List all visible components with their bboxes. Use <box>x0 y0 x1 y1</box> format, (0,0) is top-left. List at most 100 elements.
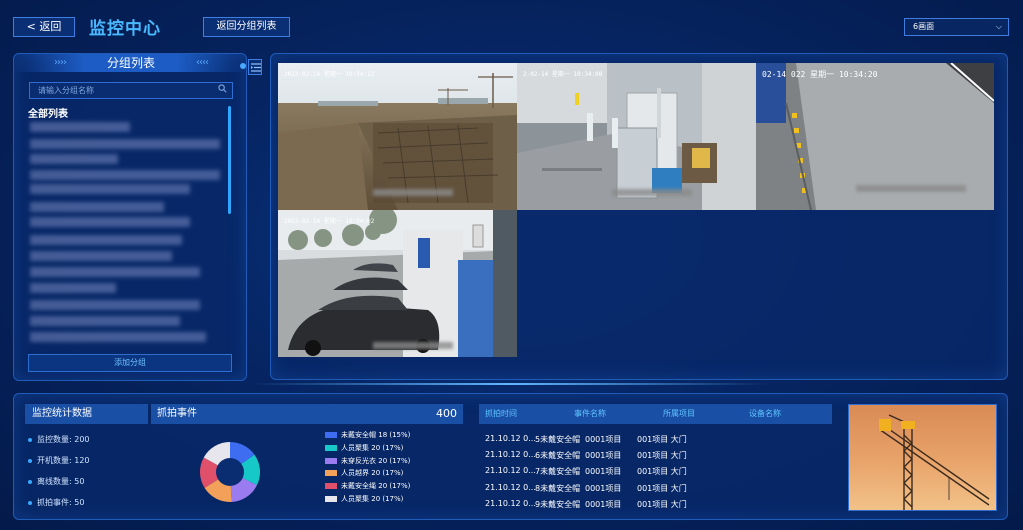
cell-device: 001项目 大门 <box>637 483 687 493</box>
col-capture-time: 抓拍时间 <box>485 409 517 418</box>
camera-feed-3[interactable]: 02-14 022 星期一 10:34:20 <box>756 63 994 210</box>
legend-item: 未戴安全绳 20 (17%) <box>325 481 410 491</box>
all-list-label[interactable]: 全部列表 <box>28 105 68 120</box>
camera-2-watermark <box>612 189 692 196</box>
list-item[interactable] <box>30 217 190 227</box>
cell-time: 21.10.12 0... <box>485 434 536 443</box>
cell-event: 9未戴安全帽 <box>535 499 581 509</box>
cell-time: 21.10.12 0... <box>485 498 536 508</box>
stat-label: 开机数量: <box>37 456 72 465</box>
legend-swatch <box>325 483 337 490</box>
back-button[interactable]: < 返回 <box>13 17 75 37</box>
collapse-sidebar-button[interactable] <box>248 59 262 75</box>
stat-value: 50 <box>74 477 85 486</box>
events-table-header: 抓拍时间 事件名称 所属项目 设备名称 <box>479 404 832 424</box>
group-list-header: ›››› 分组列表 ‹‹‹‹ <box>14 54 248 72</box>
cell-event: 6未戴安全帽 <box>535 451 581 461</box>
legend-value: 20 (17%) <box>371 443 404 452</box>
list-item[interactable] <box>30 316 180 326</box>
cell-event: 5未戴安全帽 <box>535 435 581 444</box>
camera-2-timestamp: 2-02-14 星期一 10:34:08 <box>523 71 603 78</box>
legend-item: 人员聚集 20 (17%) <box>325 443 403 453</box>
stats-title: 监控统计数据 <box>25 404 148 424</box>
crane-snapshot <box>849 405 996 510</box>
stat-label: 监控数量: <box>37 435 72 444</box>
list-item[interactable] <box>30 332 206 342</box>
top-bar: < 返回 监控中心 返回分组列表 6画面 ⌵ <box>0 0 1023 50</box>
stat-capture-count: 抓拍事件: 50 <box>28 497 84 508</box>
list-item[interactable] <box>30 154 118 164</box>
legend-name: 未戴安全帽 <box>341 431 379 439</box>
list-item[interactable] <box>30 251 172 261</box>
table-row[interactable]: 21.10.12 0... 6未戴安全帽 0001项目 001项目 大门 <box>479 450 832 462</box>
cell-project: 0001项目 <box>585 499 622 509</box>
table-row[interactable]: 21.10.12 0... 7未戴安全帽 0001项目 001项目 大门 <box>479 466 832 478</box>
chevrons-right-icon: ‹‹‹‹ <box>196 57 209 68</box>
legend-value: 20 (17%) <box>378 456 411 465</box>
col-project: 所属项目 <box>663 409 695 418</box>
group-search-input[interactable]: 请输入分组名称 <box>29 82 233 99</box>
camera-feed-4[interactable]: 2022-02-14 星期一 10:34:02 <box>278 210 517 357</box>
camera-3-watermark <box>856 185 966 192</box>
legend-name: 人员聚集 <box>341 443 372 452</box>
bullet-icon <box>28 479 32 484</box>
cell-event: 7未戴安全帽 <box>535 467 581 477</box>
camera-3-timestamp: 02-14 022 星期一 10:34:20 <box>762 70 878 79</box>
list-item[interactable] <box>30 122 130 132</box>
table-row[interactable]: 21.10.12 0... 5未戴安全帽 0001项目 001项目 大门 <box>479 434 832 446</box>
capture-snapshot-image[interactable] <box>848 404 997 511</box>
group-list-title: 分组列表 <box>106 56 155 70</box>
col-device: 设备名称 <box>749 409 781 418</box>
cell-device: 001项目 大门 <box>637 467 687 477</box>
layout-select[interactable]: 6画面 ⌵ <box>904 18 1009 36</box>
legend-swatch <box>325 432 337 438</box>
bullet-icon <box>28 500 32 505</box>
group-search-placeholder: 请输入分组名称 <box>38 86 94 95</box>
search-icon[interactable] <box>218 84 227 93</box>
group-list-scrollbar[interactable] <box>228 106 231 214</box>
legend-value: 18 (15%) <box>378 431 411 439</box>
camera-1-image <box>278 63 517 210</box>
list-item[interactable] <box>30 202 164 212</box>
chevron-down-icon: ⌵ <box>995 22 1002 31</box>
camera-feed-1[interactable]: 2022-02-14 星期一 10:34:12 <box>278 63 517 210</box>
legend-item: 人员聚集 20 (17%) <box>325 494 403 504</box>
back-to-group-list-button[interactable]: 返回分组列表 <box>203 17 290 37</box>
cell-device: 001项目 大门 <box>637 435 687 444</box>
legend-item: 未穿反光衣 20 (17%) <box>325 456 410 466</box>
list-icon <box>251 63 261 72</box>
list-item[interactable] <box>30 184 190 194</box>
add-group-button[interactable]: 添加分组 <box>28 354 232 372</box>
legend-name: 未戴安全绳 <box>341 482 379 491</box>
list-item[interactable] <box>30 235 182 245</box>
list-item[interactable] <box>30 283 116 293</box>
legend-item: 人员越界 20 (17%) <box>325 468 403 478</box>
legend-swatch <box>325 457 337 464</box>
cell-device: 001项目 大门 <box>637 451 687 461</box>
col-event-name: 事件名称 <box>574 409 606 418</box>
legend-value: 20 (17%) <box>371 469 404 478</box>
legend-value: 20 (17%) <box>371 495 404 503</box>
legend-swatch <box>325 496 337 502</box>
stat-monitor-count: 监控数量: 200 <box>28 434 90 445</box>
capture-events-header: 抓拍事件 400 <box>151 404 463 424</box>
table-row[interactable]: 21.10.12 0... 9未戴安全帽 0001项目 001项目 大门 <box>479 499 832 511</box>
collapse-indicator <box>240 63 246 69</box>
stat-label: 离线数量: <box>37 477 72 486</box>
cell-event: 8未戴安全帽 <box>535 483 581 493</box>
cell-project: 0001项目 <box>585 467 622 477</box>
list-item[interactable] <box>30 139 220 149</box>
capture-events-total: 400 <box>436 407 457 420</box>
stat-value: 50 <box>74 498 85 507</box>
legend-item: 未戴安全帽 18 (15%) <box>325 430 410 440</box>
list-item[interactable] <box>30 267 200 277</box>
video-wall-panel: 2022-02-14 星期一 10:34:12 2-02-14 星期一 10:3… <box>270 53 1008 380</box>
list-item[interactable] <box>30 170 220 180</box>
legend-name: 人员聚集 <box>341 495 372 503</box>
stat-offline-count: 离线数量: 50 <box>28 476 84 487</box>
table-row[interactable]: 21.10.12 0... 8未戴安全帽 0001项目 001项目 大门 <box>479 483 832 495</box>
legend-name: 人员越界 <box>341 469 372 478</box>
capture-events-title: 抓拍事件 <box>157 408 197 419</box>
list-item[interactable] <box>30 300 200 310</box>
camera-feed-2[interactable]: 2-02-14 星期一 10:34:08 <box>517 63 756 210</box>
